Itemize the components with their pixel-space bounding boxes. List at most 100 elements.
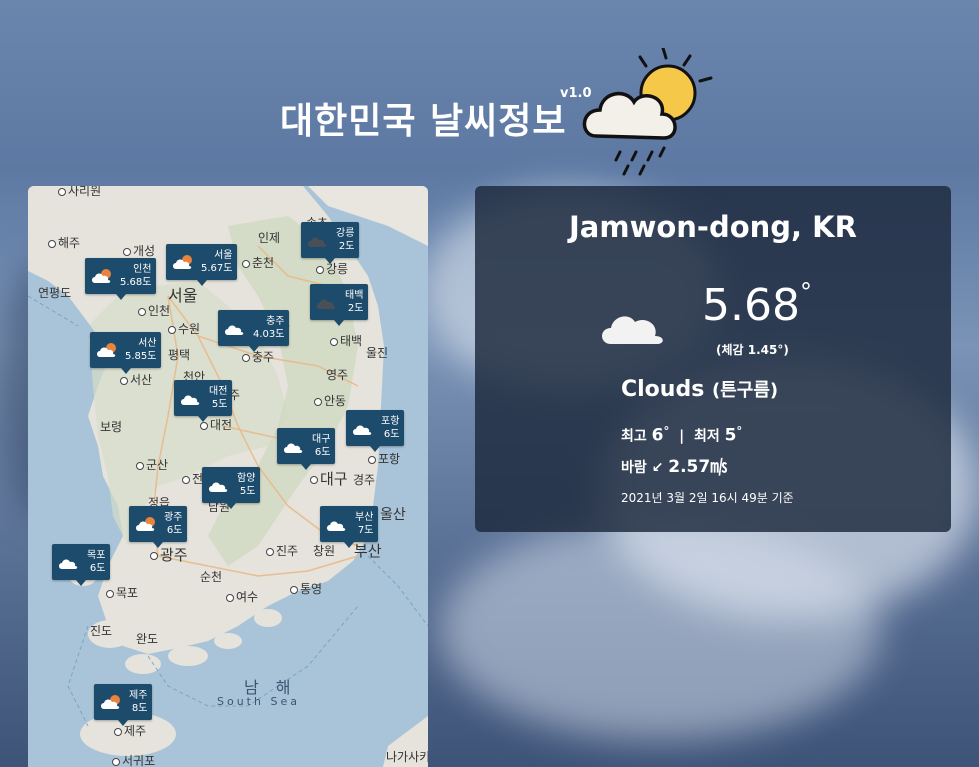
city-marker-incheon[interactable]: 인천 5.68도 bbox=[85, 258, 157, 300]
header: 대한민국 날씨정보 v1.0 bbox=[0, 30, 979, 176]
city-marker-daegu[interactable]: 대구 6도 bbox=[277, 428, 336, 470]
city-marker-pohang[interactable]: 포항 6도 bbox=[346, 410, 405, 452]
background-cloud bbox=[440, 520, 880, 740]
city-name: 제주 bbox=[129, 690, 148, 701]
degree-symbol: ° bbox=[799, 278, 812, 306]
city-name: 인천 bbox=[133, 264, 152, 275]
cloud-icon bbox=[602, 316, 663, 344]
location-name: Jamwon-dong, KR bbox=[569, 210, 857, 244]
min-label: 최저 bbox=[693, 428, 720, 445]
city-name: 광주 bbox=[164, 512, 183, 523]
map-label: 서울 bbox=[168, 286, 198, 305]
city-temp: 2도 bbox=[347, 303, 364, 314]
map-label: 사리원 bbox=[58, 186, 101, 199]
city-marker-taebaek[interactable]: 태백 2도 bbox=[310, 284, 369, 326]
city-temp: 7도 bbox=[357, 525, 374, 536]
map-label: 나가사키 bbox=[386, 750, 428, 764]
cloud-icon bbox=[327, 521, 346, 531]
map-label: 대구 bbox=[310, 468, 348, 489]
city-marker-gangneung[interactable]: 강릉 2도 bbox=[301, 222, 360, 264]
cloud-sun-icon bbox=[173, 255, 192, 269]
wind-speed: 2.57㎧ bbox=[668, 457, 728, 477]
current-weather-panel: Jamwon-dong, KR 5.68° (체감 1.45°) Clouds … bbox=[475, 186, 951, 532]
map-label: 인제 bbox=[258, 231, 281, 245]
weather-logo-icon bbox=[582, 48, 713, 176]
city-marker-jeju[interactable]: 제주 8도 bbox=[94, 684, 153, 726]
city-marker-gwangju[interactable]: 광주 6도 bbox=[129, 506, 188, 548]
city-temp: 8도 bbox=[131, 703, 148, 714]
map-label: 태백 bbox=[330, 332, 362, 349]
city-marker-chungju[interactable]: 충주 4.03도 bbox=[218, 310, 290, 352]
min-value: 5 bbox=[724, 425, 737, 446]
cloud-icon bbox=[181, 395, 200, 405]
city-temp: 5도 bbox=[239, 486, 256, 497]
map-label: 서귀포 bbox=[112, 752, 155, 767]
city-temp: 6도 bbox=[166, 525, 183, 536]
cloud-icon bbox=[353, 425, 372, 435]
map-label: 진주 bbox=[266, 542, 298, 559]
map-label: 여수 bbox=[226, 588, 258, 605]
cloud-sun-icon bbox=[101, 695, 120, 709]
description-en: Clouds bbox=[621, 377, 705, 402]
city-name: 서울 bbox=[214, 250, 233, 261]
cloud-dark-icon bbox=[308, 237, 327, 247]
map-label: 춘천 bbox=[242, 254, 274, 271]
map-label: 부산 bbox=[354, 542, 382, 560]
wind-label: 바람 bbox=[621, 460, 647, 476]
cloud-icon bbox=[225, 325, 244, 335]
city-name: 태백 bbox=[345, 290, 364, 301]
map-label: 통영 bbox=[290, 580, 322, 597]
city-name: 목포 bbox=[87, 550, 106, 561]
city-marker-hamyang[interactable]: 함양 5도 bbox=[202, 467, 261, 509]
city-marker-mokpo[interactable]: 목포 6도 bbox=[52, 544, 111, 586]
map-label: 창원 bbox=[313, 544, 336, 558]
map-label: 평택 bbox=[168, 348, 191, 362]
map-label: 안동 bbox=[314, 392, 346, 409]
map-label: 목포 bbox=[106, 584, 138, 601]
city-marker-seosan[interactable]: 서산 5.85도 bbox=[90, 332, 162, 374]
city-temp: 4.03도 bbox=[253, 329, 285, 340]
city-name: 대구 bbox=[312, 434, 331, 445]
city-temp: 5.68도 bbox=[120, 277, 152, 288]
city-temp: 6도 bbox=[383, 429, 400, 440]
city-name: 충주 bbox=[266, 316, 285, 327]
city-name: 부산 bbox=[355, 512, 374, 523]
korea-weather-map[interactable]: 사리원 해주 개성 인제 속초 춘천 연평도 서울 강릉 인천 수원 태백 원주… bbox=[28, 186, 428, 767]
max-label: 최고 bbox=[621, 428, 647, 445]
map-label: 보령 bbox=[100, 420, 123, 434]
app-title: 대한민국 날씨정보 bbox=[280, 101, 567, 142]
map-label: 순천 bbox=[200, 570, 223, 584]
map-label: 진도 bbox=[90, 624, 113, 638]
description-ko: (튼구름) bbox=[711, 380, 779, 401]
wind-info: 바람 ↙ 2.57㎧ bbox=[621, 452, 727, 477]
cloud-sun-icon bbox=[92, 269, 111, 283]
city-temp: 5.67도 bbox=[201, 263, 233, 274]
separator: | bbox=[679, 428, 685, 445]
degree-symbol: ° bbox=[663, 424, 670, 438]
map-label: 개성 bbox=[123, 242, 155, 259]
city-marker-daejeon[interactable]: 대전 5도 bbox=[174, 380, 233, 422]
wind-direction-icon: ↙ bbox=[651, 460, 664, 476]
cloud-icon bbox=[59, 559, 78, 569]
feels-like: (체감 1.45°) bbox=[716, 343, 789, 357]
city-temp: 6도 bbox=[89, 563, 106, 574]
cloud-dark-icon bbox=[317, 299, 336, 309]
city-marker-seoul[interactable]: 서울 5.67도 bbox=[166, 244, 238, 286]
cloud-sun-icon bbox=[97, 343, 116, 357]
min-max-temperature: 최고 6° | 최저 5° bbox=[621, 424, 742, 446]
map-label: 울산 bbox=[380, 507, 406, 523]
map-label: 해주 bbox=[48, 234, 80, 251]
map-label: 인천 bbox=[138, 302, 170, 319]
map-label: 포항 bbox=[368, 450, 400, 467]
map-label: 군산 bbox=[136, 456, 168, 473]
cloud-sun-icon bbox=[136, 517, 155, 531]
city-temp: 5도 bbox=[211, 399, 228, 410]
city-marker-busan[interactable]: 부산 7도 bbox=[320, 506, 379, 548]
city-name: 함양 bbox=[237, 473, 256, 484]
city-temp: 6도 bbox=[314, 447, 331, 458]
map-label: 연평도 bbox=[38, 286, 72, 300]
map-label: 수원 bbox=[168, 320, 200, 337]
max-value: 6 bbox=[651, 425, 664, 446]
temperature-value: 5.68 bbox=[702, 280, 800, 331]
timestamp: 2021년 3월 2일 16시 49분 기준 bbox=[621, 491, 794, 505]
